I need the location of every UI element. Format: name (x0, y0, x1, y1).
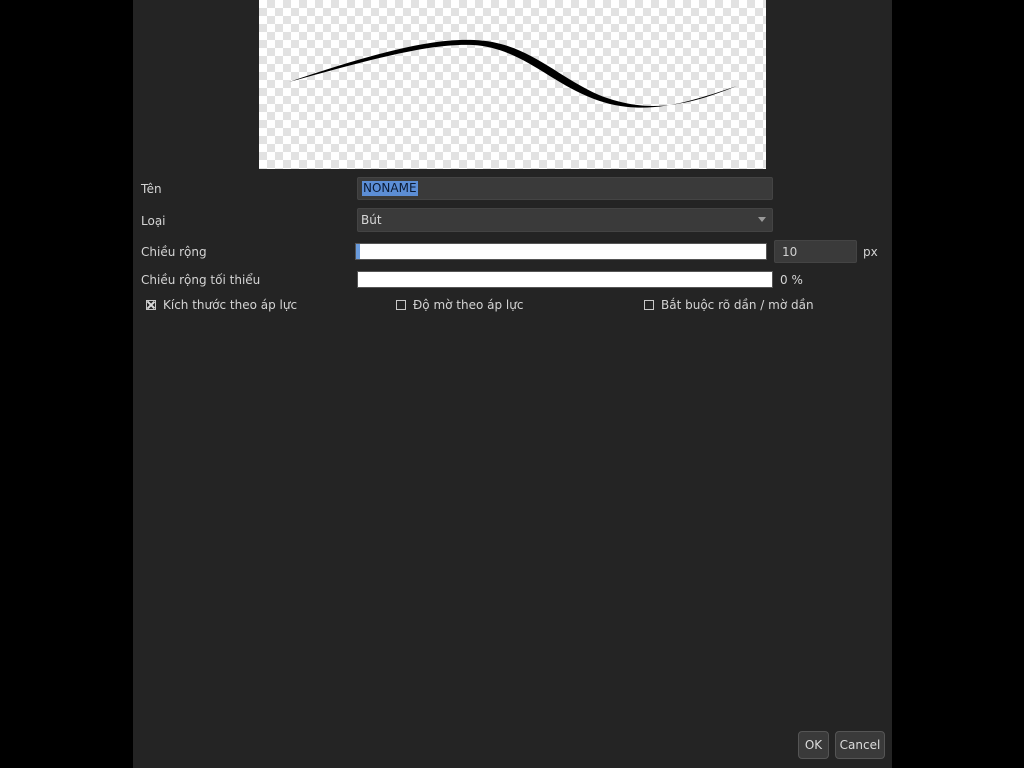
type-select[interactable]: Bút (357, 208, 773, 232)
brush-settings-dialog: Tên NONAME Loại Bút Chiều rộng 10 px Chi… (133, 0, 892, 768)
checkbox-icon (146, 300, 156, 310)
checkbox-icon (396, 300, 406, 310)
checkbox-icon (644, 300, 654, 310)
size-pressure-checkbox[interactable]: Kích thước theo áp lực (146, 298, 297, 312)
cancel-button[interactable]: Cancel (835, 731, 885, 759)
name-input[interactable]: NONAME (357, 177, 773, 200)
brush-stroke-svg (289, 39, 737, 108)
width-slider-fill (356, 244, 361, 259)
brush-stroke-path (289, 39, 737, 108)
force-fade-label: Bắt buộc rõ dần / mờ dần (661, 298, 814, 312)
min-width-slider[interactable] (357, 271, 773, 288)
width-spinbox-value: 10 (782, 244, 798, 259)
size-pressure-label: Kích thước theo áp lực (163, 298, 298, 312)
opacity-pressure-checkbox[interactable]: Độ mờ theo áp lực (396, 298, 523, 312)
width-slider[interactable] (355, 243, 767, 260)
type-label: Loại (141, 214, 166, 228)
force-fade-checkbox[interactable]: Bắt buộc rõ dần / mờ dần (644, 298, 814, 312)
name-label: Tên (141, 182, 162, 196)
ok-button[interactable]: OK (798, 731, 829, 759)
min-width-label: Chiều rộng tối thiểu (141, 273, 261, 287)
name-input-value: NONAME (362, 181, 418, 196)
width-spinbox[interactable]: 10 (774, 240, 857, 263)
chevron-down-icon (758, 217, 766, 222)
brush-stroke-preview (259, 0, 766, 169)
type-select-value: Bút (361, 213, 382, 227)
width-unit-label: px (863, 245, 878, 259)
min-width-value: 0 % (780, 273, 803, 287)
opacity-pressure-label: Độ mờ theo áp lực (413, 298, 524, 312)
width-label: Chiều rộng (141, 245, 207, 259)
